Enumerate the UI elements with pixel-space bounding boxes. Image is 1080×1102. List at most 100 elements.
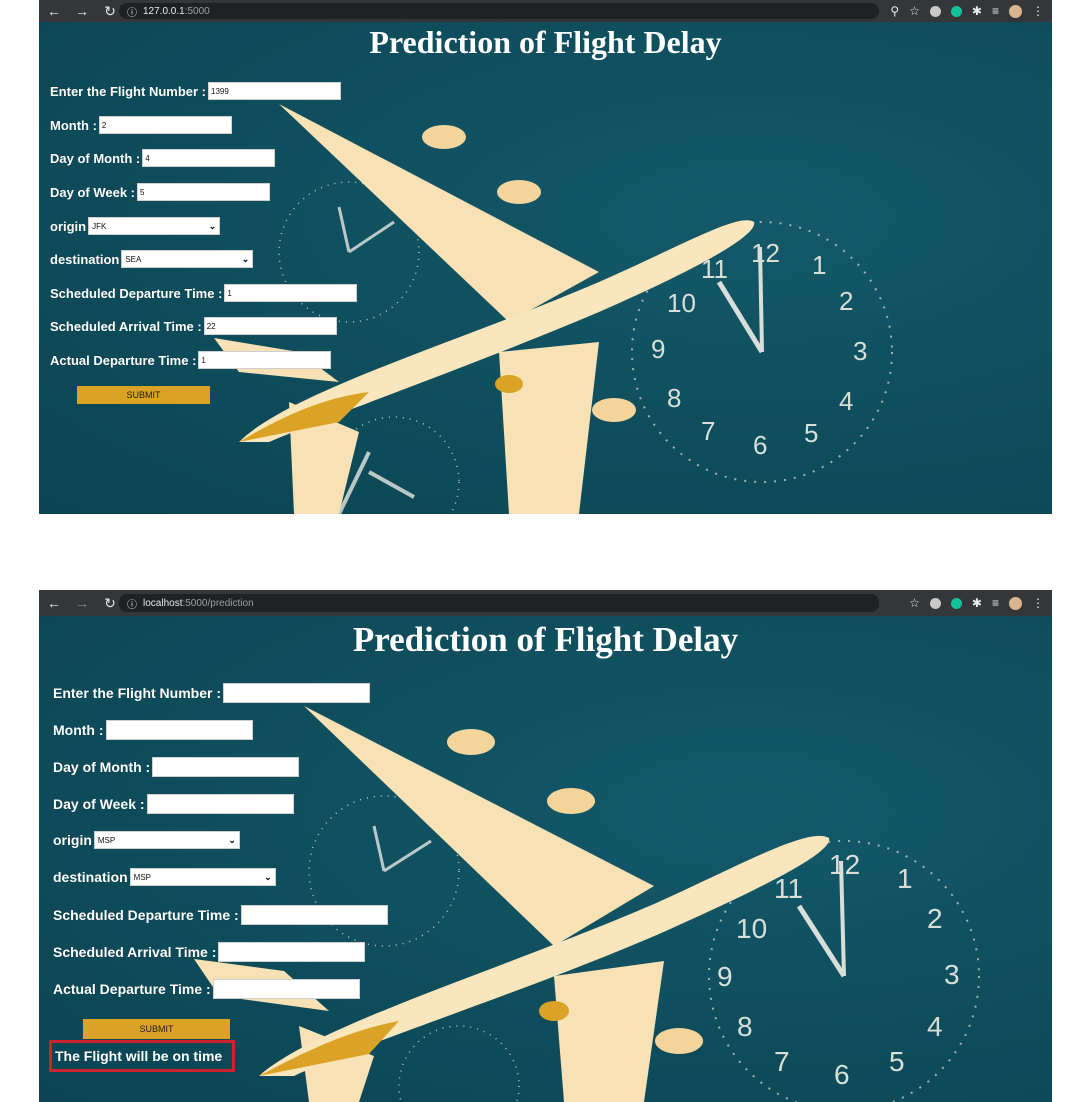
origin-select[interactable]: JFK ⌄ [88, 217, 221, 235]
screenshot-after-submit: ← → ↻ ⓘ localhost:5000/prediction ☆ ✱ ≡ … [39, 590, 1052, 1102]
menu-icon[interactable]: ⋮ [1032, 596, 1044, 610]
destination-select[interactable]: SEA ⌄ [121, 250, 254, 268]
svg-text:1: 1 [812, 250, 826, 280]
scheduled-departure-label: Scheduled Departure Time : [53, 907, 239, 923]
page-body: 12 1 2 345 678 9 10 11 Prediction of Fli… [39, 616, 1052, 1102]
browser-nav: ← → ↻ [47, 0, 117, 22]
puzzle-icon[interactable]: ✱ [972, 596, 982, 610]
svg-text:4: 4 [927, 1011, 943, 1042]
scheduled-departure-row: Scheduled Departure Time : 1 [50, 284, 358, 302]
submit-button[interactable]: SUBMIT [83, 1019, 230, 1039]
origin-label: origin [53, 832, 92, 848]
scheduled-arrival-input[interactable]: 22 [203, 317, 337, 335]
svg-text:5: 5 [804, 418, 818, 448]
day-of-week-label: Day of Week : [50, 184, 136, 200]
address-bar[interactable]: ⓘ localhost:5000/prediction [119, 594, 879, 612]
extension-icon[interactable] [929, 597, 941, 609]
svg-text:2: 2 [839, 286, 853, 316]
extension-icon[interactable] [929, 5, 941, 17]
avatar[interactable] [1009, 4, 1022, 18]
reload-icon[interactable]: ↻ [103, 3, 117, 20]
svg-text:11: 11 [774, 873, 803, 904]
origin-row: origin JFK ⌄ [50, 217, 221, 235]
playlist-icon[interactable]: ≡ [992, 596, 999, 610]
svg-text:8: 8 [667, 383, 681, 413]
star-icon[interactable]: ☆ [909, 4, 920, 18]
menu-icon[interactable]: ⋮ [1032, 4, 1044, 18]
reload-icon[interactable]: ↻ [103, 595, 117, 612]
browser-extensions: ⚲ ☆ ✱ ≡ ⋮ [890, 0, 1044, 22]
svg-text:9: 9 [717, 961, 733, 992]
flight-number-label: Enter the Flight Number : [53, 685, 221, 701]
info-icon[interactable]: ⓘ [127, 4, 137, 19]
page-body: 12 1 2 345 678 9 10 11 Prediction of Fli… [39, 22, 1052, 514]
page-title: Prediction of Flight Delay [369, 24, 722, 60]
screenshot-before-submit: ← → ↻ ⓘ 127.0.0.1:5000 ⚲ ☆ ✱ ≡ ⋮ 12 1 2… [39, 0, 1052, 514]
scheduled-departure-row: Scheduled Departure Time : [53, 905, 388, 925]
flight-number-row: Enter the Flight Number : [53, 683, 370, 703]
flight-number-input[interactable] [223, 683, 370, 703]
submit-button[interactable]: SUBMIT [77, 386, 210, 404]
avatar[interactable] [1009, 596, 1022, 610]
destination-row: destination SEA ⌄ [50, 250, 254, 268]
scheduled-departure-input[interactable]: 1 [224, 284, 358, 302]
actual-departure-input[interactable]: 1 [198, 351, 332, 369]
actual-departure-row: Actual Departure Time : 1 [50, 351, 332, 369]
page-title: Prediction of Flight Delay [352, 620, 739, 659]
scheduled-arrival-label: Scheduled Arrival Time : [50, 318, 202, 334]
star-icon[interactable]: ☆ [909, 596, 920, 610]
destination-selected-value: SEA [125, 254, 142, 264]
forward-icon[interactable]: → [75, 3, 89, 19]
day-of-week-input[interactable] [146, 794, 294, 814]
day-of-month-row: Day of Month : 4 [50, 149, 276, 167]
zoom-icon[interactable]: ⚲ [890, 4, 899, 18]
grammarly-icon[interactable] [950, 597, 962, 609]
day-of-month-input[interactable]: 4 [142, 149, 276, 167]
back-icon[interactable]: ← [47, 595, 61, 611]
day-of-month-input[interactable] [152, 757, 300, 777]
actual-departure-input[interactable] [212, 979, 360, 999]
svg-text:3: 3 [944, 959, 960, 990]
info-icon[interactable]: ⓘ [127, 596, 137, 611]
chevron-down-icon: ⌄ [228, 834, 236, 845]
flight-number-label: Enter the Flight Number : [50, 83, 206, 99]
destination-row: destination MSP ⌄ [53, 868, 276, 886]
day-of-month-label: Day of Month : [50, 150, 141, 166]
grammarly-icon[interactable] [950, 5, 962, 17]
scheduled-arrival-input[interactable] [218, 942, 366, 962]
svg-text:4: 4 [839, 386, 853, 416]
origin-label: origin [50, 218, 87, 234]
chevron-down-icon: ⌄ [241, 253, 250, 264]
day-of-week-input[interactable]: 5 [137, 183, 271, 201]
browser-nav: ← → ↻ [47, 590, 117, 616]
month-input[interactable]: 2 [98, 116, 232, 134]
puzzle-icon[interactable]: ✱ [972, 4, 982, 18]
url-path: :5000 [184, 5, 210, 17]
origin-select[interactable]: MSP ⌄ [93, 831, 240, 849]
month-label: Month : [50, 117, 97, 133]
prediction-result: The Flight will be on time [49, 1040, 235, 1072]
origin-selected-value: JFK [92, 221, 107, 231]
flight-number-input[interactable]: 1399 [208, 82, 341, 100]
url-path: :5000/prediction [182, 597, 254, 609]
back-icon[interactable]: ← [47, 3, 61, 19]
svg-text:2: 2 [927, 903, 943, 934]
scheduled-arrival-label: Scheduled Arrival Time : [53, 944, 217, 960]
forward-icon[interactable]: → [75, 595, 89, 611]
scheduled-departure-label: Scheduled Departure Time : [50, 285, 223, 301]
chevron-down-icon: ⌄ [208, 220, 217, 231]
day-of-week-row: Day of Week : [53, 794, 294, 814]
browser-toolbar: ← → ↻ ⓘ localhost:5000/prediction ☆ ✱ ≡ … [39, 590, 1052, 616]
scheduled-departure-input[interactable] [240, 905, 388, 925]
month-row: Month : 2 [50, 116, 232, 134]
destination-select[interactable]: MSP ⌄ [129, 868, 276, 886]
month-input[interactable] [105, 720, 253, 740]
actual-departure-label: Actual Departure Time : [50, 352, 197, 368]
day-of-week-label: Day of Week : [53, 796, 145, 812]
svg-text:12: 12 [751, 238, 780, 268]
playlist-icon[interactable]: ≡ [992, 4, 999, 18]
address-bar[interactable]: ⓘ 127.0.0.1:5000 [119, 3, 879, 19]
svg-text:6: 6 [834, 1059, 850, 1090]
svg-text:10: 10 [736, 913, 767, 944]
day-of-month-row: Day of Month : [53, 757, 300, 777]
